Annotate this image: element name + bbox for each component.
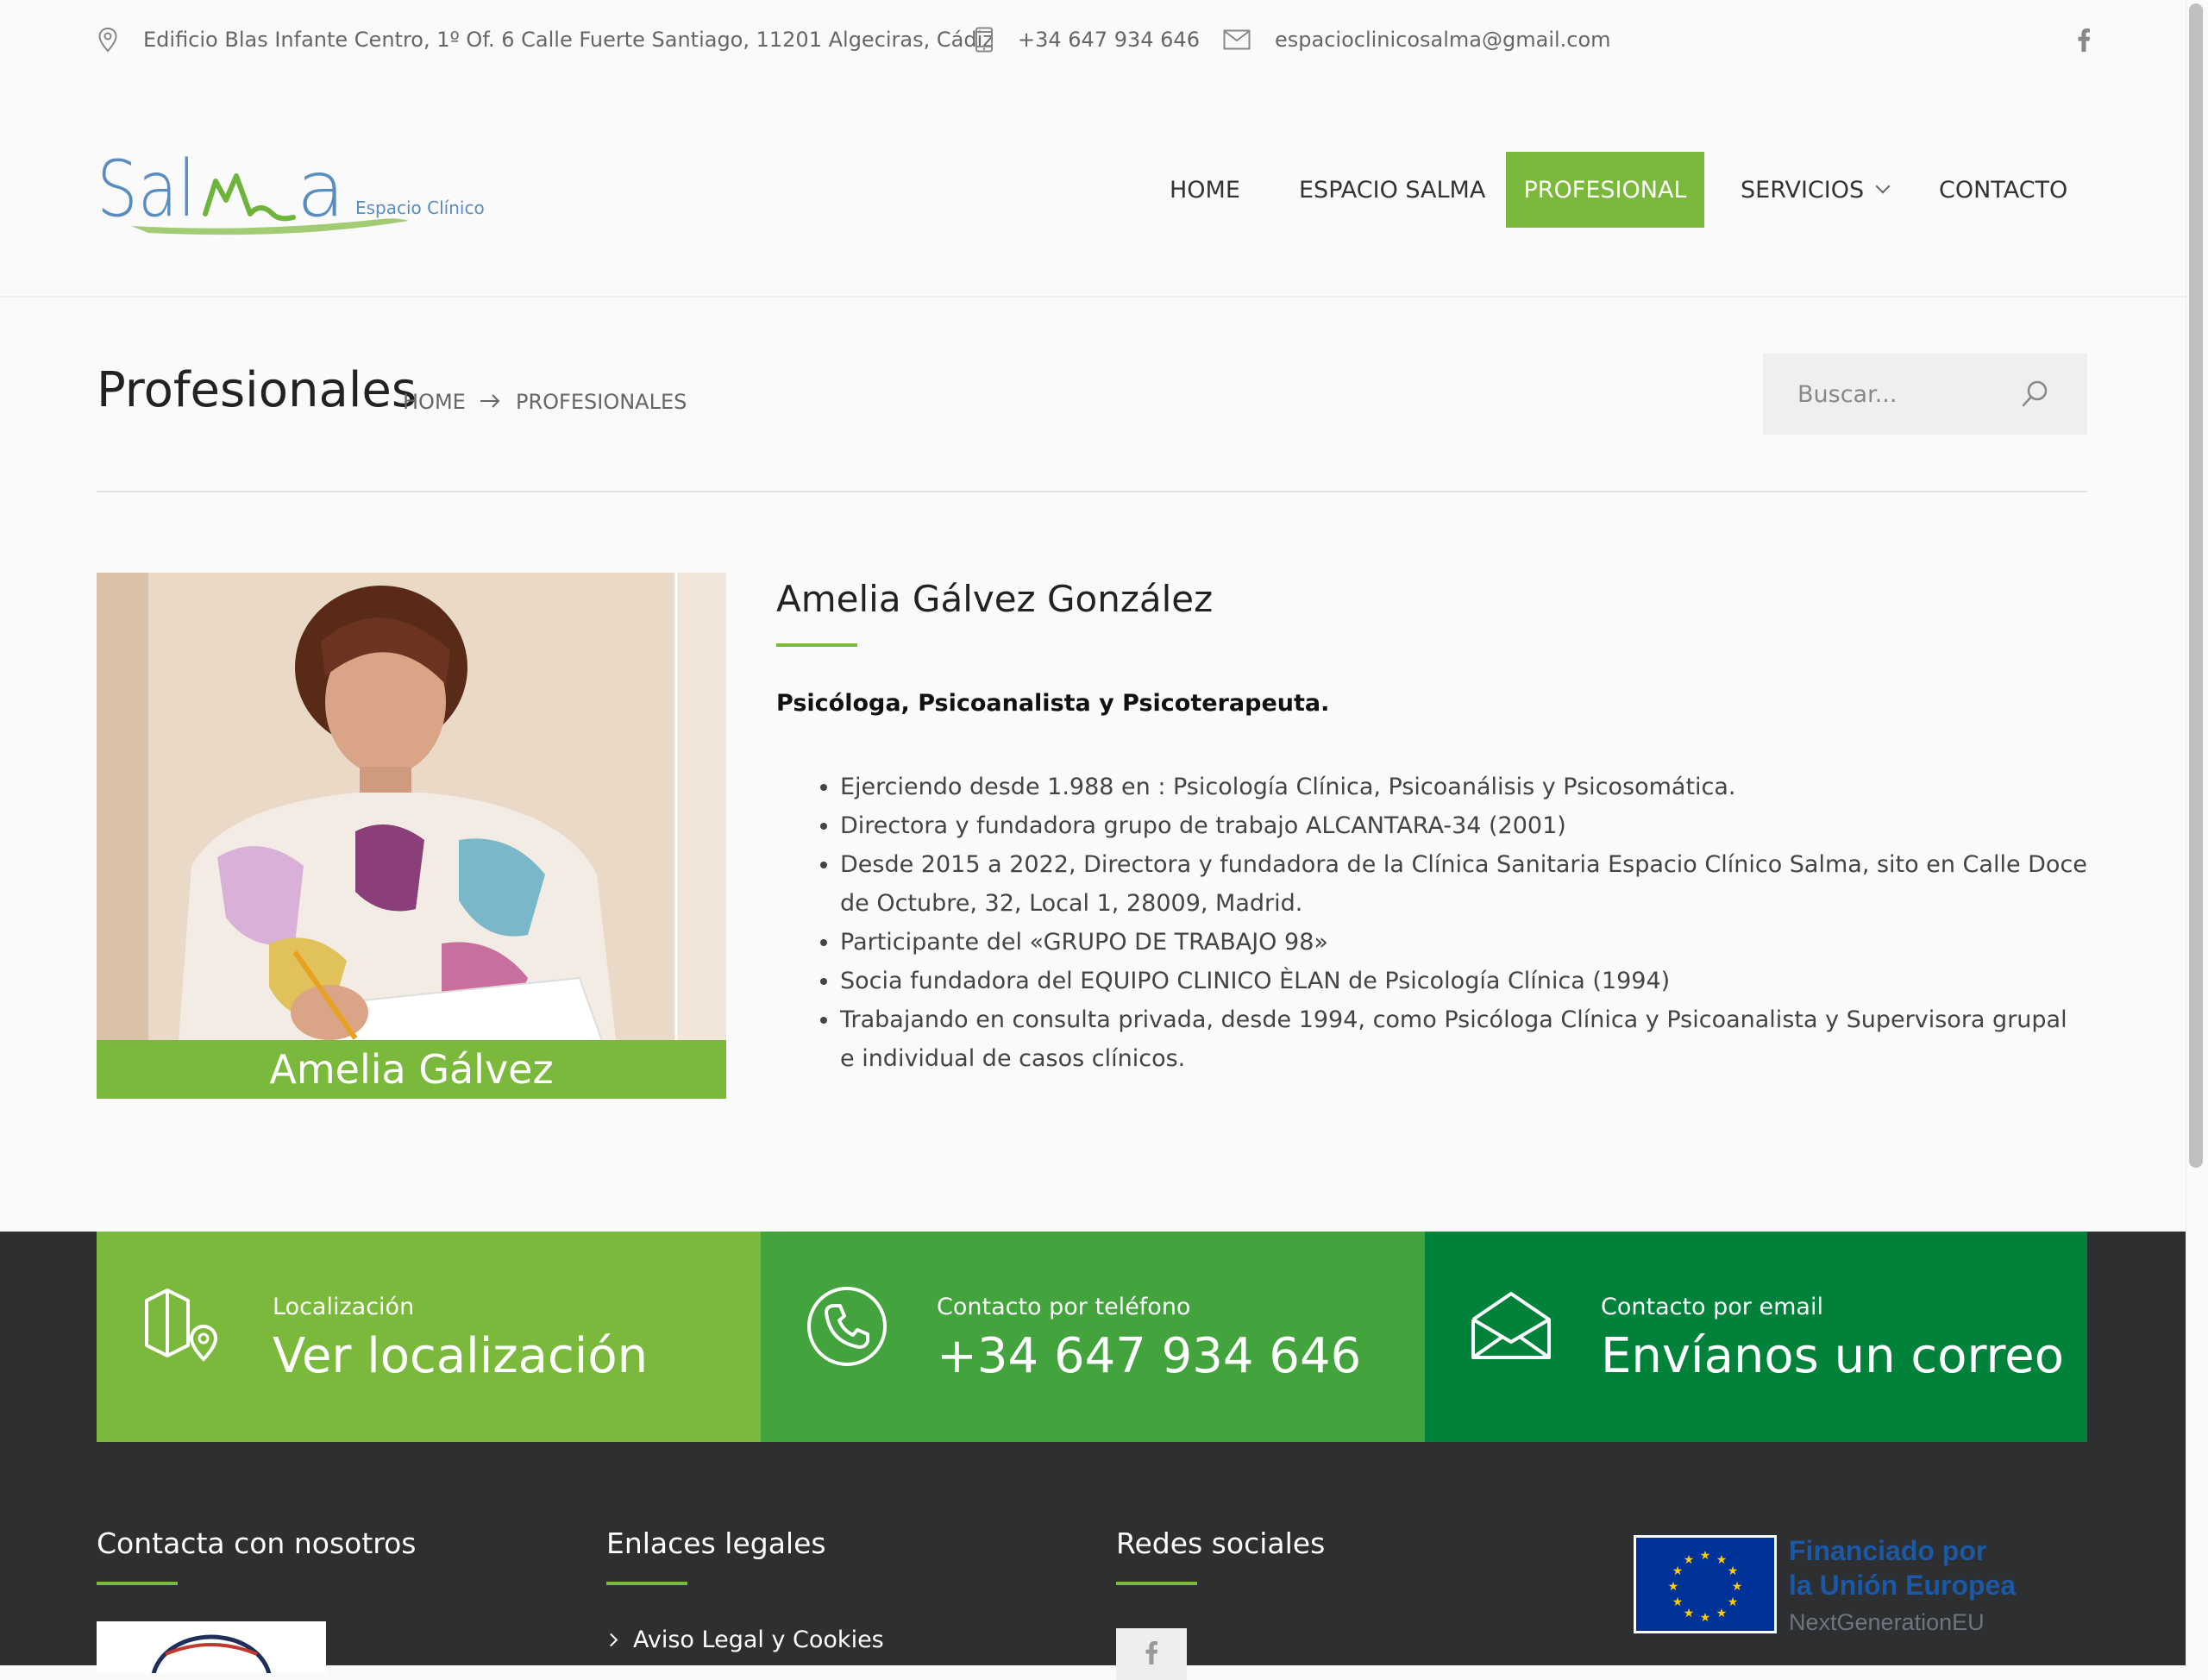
email-item[interactable]: espacioclinicosalma@gmail.com — [1223, 22, 1611, 57]
location-pin-icon — [98, 27, 117, 53]
address-text: Edificio Blas Infante Centro, 1º Of. 6 C… — [143, 28, 994, 52]
top-bar: Edificio Blas Infante Centro, 1º Of. 6 C… — [0, 0, 2186, 78]
nav-profesional-label: PROFESIONAL — [1523, 176, 1687, 204]
eu-funding-text: Financiado por la Unión Europea — [1789, 1533, 2016, 1602]
footer-underline — [97, 1582, 178, 1585]
phone-box[interactable]: Contacto por teléfono +34 647 934 646 — [761, 1232, 1425, 1442]
site-header: Sal a Espacio Clínico HOME ESPACIO SALMA… — [0, 78, 2186, 298]
envelope-icon — [1223, 29, 1251, 50]
address-item: Edificio Blas Infante Centro, 1º Of. 6 C… — [97, 22, 994, 57]
nav-contacto[interactable]: CONTACTO — [1915, 152, 2092, 228]
svg-text:★: ★ — [1672, 1595, 1684, 1609]
footer-social-title: Redes sociales — [1116, 1526, 1326, 1560]
mobile-phone-icon — [975, 27, 993, 53]
facebook-link-top[interactable] — [2067, 22, 2101, 57]
title-divider — [97, 491, 2087, 492]
chevron-down-icon — [1875, 179, 1891, 194]
page-title: Profesionales — [97, 362, 417, 418]
facebook-icon — [2078, 28, 2091, 52]
footer-link-label: Aviso Legal y Cookies — [633, 1627, 884, 1653]
name-underline — [776, 643, 857, 647]
search-box — [1763, 354, 2087, 435]
footer-contact-title: Contacta con nosotros — [97, 1526, 417, 1560]
svg-text:★: ★ — [1684, 1607, 1695, 1620]
eu-nextgen-text: NextGenerationEU — [1789, 1609, 1985, 1635]
open-envelope-icon — [1471, 1292, 1551, 1359]
phone-text: +34 647 934 646 — [1018, 28, 1200, 52]
email-box[interactable]: Contacto por email Envíanos un correo — [1425, 1232, 2087, 1442]
svg-text:★: ★ — [1716, 1553, 1728, 1567]
professional-role: Psicóloga, Psicoanalista y Psicoterapeut… — [776, 690, 1330, 717]
facebook-icon — [1145, 1641, 1158, 1664]
nav-espacio-salma-label: ESPACIO SALMA — [1299, 176, 1486, 204]
svg-text:★: ★ — [1728, 1595, 1739, 1609]
svg-text:a: a — [297, 147, 345, 235]
list-item: Participante del «GRUPO DE TRABAJO 98» — [840, 923, 2087, 962]
phone-icon — [807, 1287, 887, 1366]
chevron-right-icon — [604, 1633, 618, 1647]
list-item: Directora y fundadora grupo de trabajo A… — [840, 806, 2087, 845]
list-item: Trabajando en consulta privada, desde 19… — [840, 1000, 2087, 1078]
email-text: espacioclinicosalma@gmail.com — [1275, 28, 1611, 52]
location-label: Localización — [273, 1294, 415, 1320]
eu-flag-icon: ★ ★ ★ ★ ★ ★ ★ ★ ★ ★ ★ ★ — [1634, 1535, 1777, 1633]
nav-home-label: HOME — [1170, 176, 1240, 204]
email-label: Contacto por email — [1601, 1294, 1823, 1320]
list-item: Ejerciendo desde 1.988 en : Psicología C… — [840, 768, 2087, 806]
svg-text:★: ★ — [1716, 1607, 1728, 1620]
phone-item[interactable]: +34 647 934 646 — [975, 22, 1200, 57]
list-item: Desde 2015 a 2022, Directora y fundadora… — [840, 845, 2087, 923]
nav-profesional[interactable]: PROFESIONAL — [1506, 152, 1704, 228]
svg-text:Sal: Sal — [97, 147, 196, 235]
salma-logo[interactable]: Sal a Espacio Clínico — [97, 144, 493, 250]
list-item: Socia fundadora del EQUIPO CLINICO ÈLAN … — [840, 962, 2087, 1000]
location-box[interactable]: Localización Ver localización — [97, 1232, 761, 1442]
footer-legal-title: Enlaces legales — [606, 1526, 826, 1560]
footer-facebook-button[interactable] — [1116, 1628, 1187, 1680]
svg-text:★: ★ — [1732, 1580, 1743, 1594]
nav-contacto-label: CONTACTO — [1939, 176, 2068, 204]
footer-underline — [1116, 1582, 1197, 1585]
svg-text:★: ★ — [1700, 1611, 1711, 1625]
arrow-right-icon — [479, 390, 501, 416]
logo-tagline: Espacio Clínico — [355, 197, 485, 218]
phone-label: Contacto por teléfono — [937, 1294, 1191, 1320]
nav-espacio-salma[interactable]: ESPACIO SALMA — [1275, 152, 1509, 228]
profile-photo — [97, 573, 726, 1099]
svg-text:★: ★ — [1684, 1553, 1695, 1567]
svg-text:★: ★ — [1700, 1549, 1711, 1563]
phone-value: +34 647 934 646 — [937, 1328, 1362, 1384]
svg-text:★: ★ — [1672, 1564, 1684, 1578]
location-value: Ver localización — [273, 1328, 649, 1384]
credentials-list: Ejerciendo desde 1.988 en : Psicología C… — [776, 768, 2087, 1078]
breadcrumb-home[interactable]: HOME — [403, 390, 466, 414]
photo-caption: Amelia Gálvez — [97, 1040, 726, 1099]
footer-underline — [606, 1582, 687, 1585]
nav-servicios-label: SERVICIOS — [1741, 176, 1865, 204]
map-location-icon — [145, 1288, 218, 1362]
email-value: Envíanos un correo — [1601, 1328, 2065, 1384]
nav-servicios[interactable]: SERVICIOS — [1716, 152, 1912, 228]
scrollbar-thumb[interactable] — [2189, 3, 2203, 1168]
professional-name: Amelia Gálvez González — [776, 578, 1214, 620]
footer-badge-logo — [97, 1621, 326, 1673]
breadcrumb-current: PROFESIONALES — [516, 390, 687, 414]
footer-link-aviso-legal[interactable]: Aviso Legal y Cookies — [604, 1627, 884, 1653]
search-icon[interactable] — [2020, 379, 2049, 409]
svg-text:★: ★ — [1668, 1580, 1679, 1594]
nav-home[interactable]: HOME — [1145, 152, 1264, 228]
svg-text:★: ★ — [1728, 1564, 1739, 1578]
eu-line-2: la Unión Europea — [1789, 1570, 2017, 1601]
eu-line-1: Financiado por — [1789, 1535, 1987, 1566]
